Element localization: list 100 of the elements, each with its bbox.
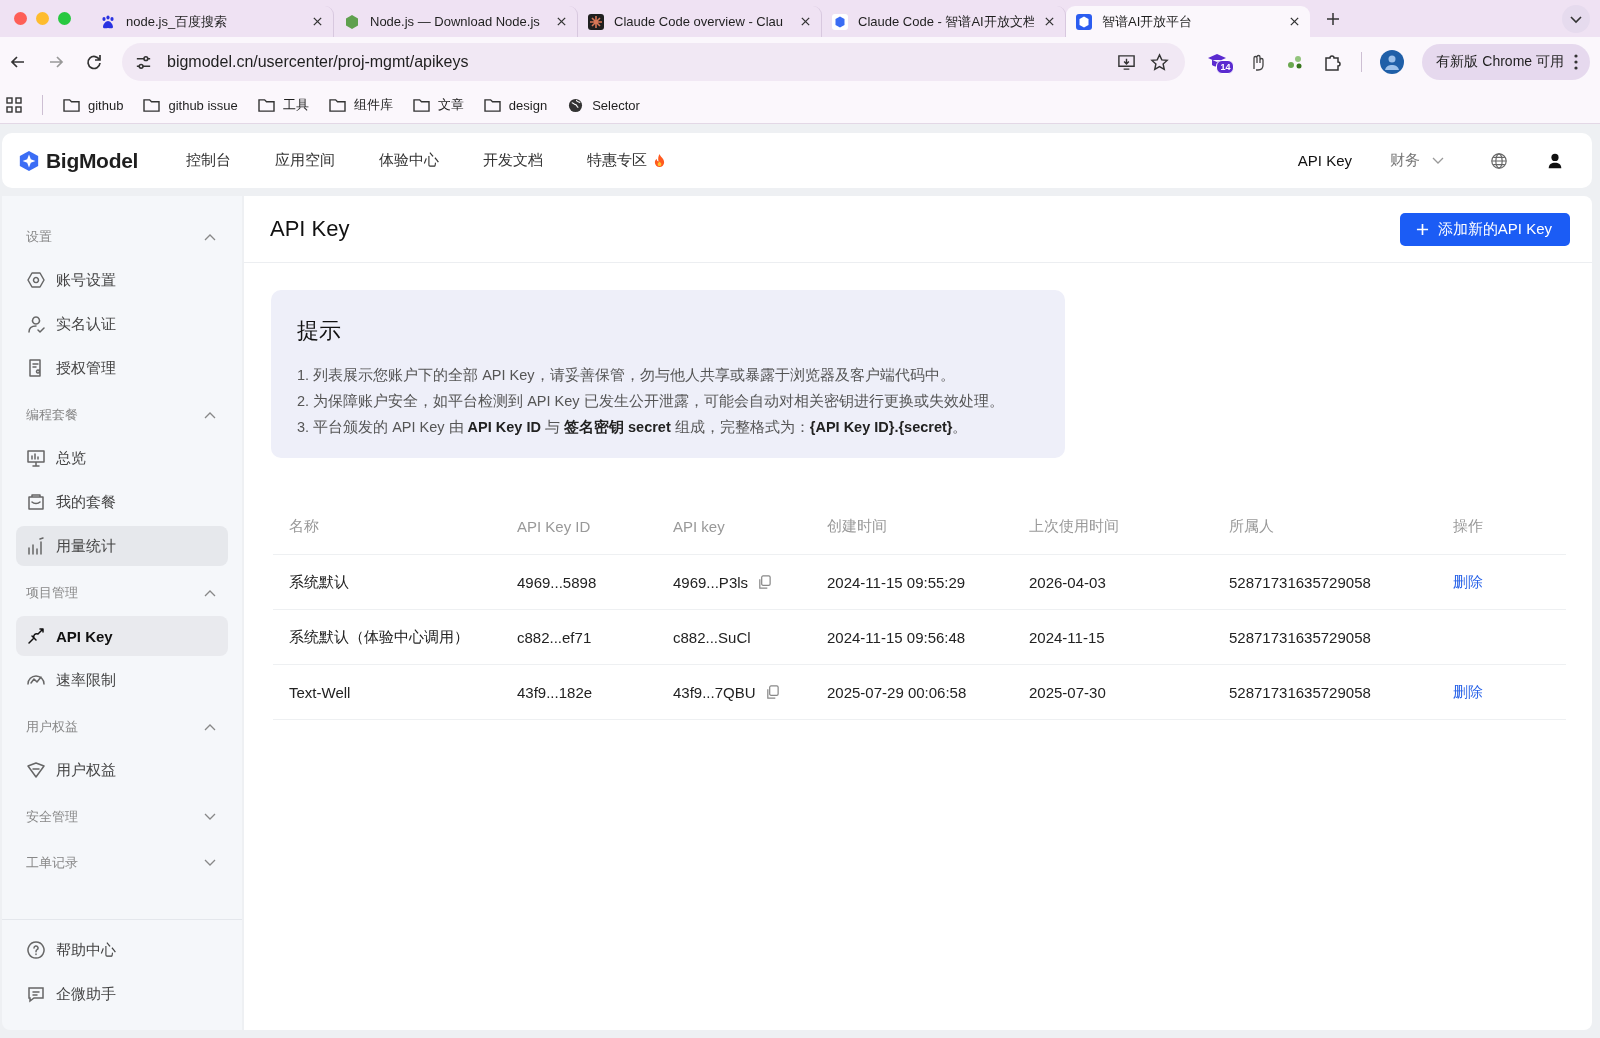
chevron-up-icon bbox=[204, 411, 216, 419]
bookmark[interactable]: 工具 bbox=[257, 96, 309, 114]
table-cell-text: 2024-11-15 09:55:29 bbox=[827, 573, 967, 591]
bookmark[interactable]: github issue bbox=[143, 97, 238, 113]
chevron-up-icon bbox=[204, 233, 216, 241]
close-icon[interactable] bbox=[1289, 16, 1300, 27]
puzzle-icon[interactable] bbox=[1323, 52, 1344, 72]
table-cell-text: 系统默认 bbox=[289, 572, 350, 592]
table-cell-text: 4969...5898 bbox=[517, 573, 598, 591]
table-cell: c882...SuCl bbox=[673, 628, 751, 646]
bookmark[interactable]: Selector bbox=[567, 97, 640, 113]
finance-menu[interactable]: 财务 bbox=[1390, 151, 1444, 170]
sidebar-item[interactable]: 用户权益 bbox=[16, 750, 228, 790]
brand-name[interactable]: BigModel bbox=[46, 148, 139, 173]
globe-icon[interactable] bbox=[1490, 151, 1508, 170]
table-cell-text: c882...ef71 bbox=[517, 628, 593, 646]
logo-icon bbox=[1076, 13, 1092, 30]
star-icon[interactable] bbox=[1150, 52, 1170, 72]
chevron-down-icon bbox=[204, 859, 216, 867]
more-icon[interactable] bbox=[1574, 54, 1578, 70]
section-header[interactable]: 安全管理 bbox=[16, 794, 228, 840]
chevron-up-icon bbox=[204, 589, 216, 597]
apps-icon[interactable] bbox=[6, 97, 22, 113]
help-icon bbox=[26, 940, 46, 960]
close-icon[interactable] bbox=[312, 16, 323, 27]
nav-link[interactable]: 特惠专区 bbox=[587, 151, 667, 170]
section-header[interactable]: 编程套餐 bbox=[16, 392, 228, 438]
plus-icon bbox=[1415, 222, 1429, 236]
nav-link[interactable]: 开发文档 bbox=[483, 151, 544, 170]
sidebar-item[interactable]: 用量统计 bbox=[16, 526, 228, 566]
address-bar[interactable]: bigmodel.cn/usercenter/proj-mgmt/apikeys bbox=[122, 43, 1186, 81]
folder-icon bbox=[63, 97, 80, 113]
browser-tab[interactable]: 智谱AI开放平台 bbox=[1066, 6, 1310, 37]
paw-icon bbox=[100, 13, 116, 30]
column-header: 操作 bbox=[1453, 516, 1484, 536]
extension-badge: 14 bbox=[1216, 60, 1235, 74]
section-header[interactable]: 设置 bbox=[16, 214, 228, 260]
bookmark[interactable]: design bbox=[483, 97, 548, 113]
nav-link[interactable]: 体验中心 bbox=[379, 151, 440, 170]
section-header[interactable]: 项目管理 bbox=[16, 570, 228, 616]
fire-icon bbox=[653, 153, 667, 168]
delete-link[interactable]: 删除 bbox=[1453, 572, 1483, 590]
section-header[interactable]: 用户权益 bbox=[16, 704, 228, 750]
section-header[interactable]: 工单记录 bbox=[16, 840, 228, 886]
close-icon[interactable] bbox=[1044, 16, 1055, 27]
chevron-up-icon bbox=[204, 723, 216, 731]
table-cell: 43f9...7QBU bbox=[673, 683, 756, 701]
hexagon-icon bbox=[344, 13, 360, 30]
sidebar-item[interactable]: 总览 bbox=[16, 438, 228, 478]
table-cell-text: 43f9...182e bbox=[517, 683, 594, 701]
chat-icon bbox=[26, 984, 46, 1004]
close-icon[interactable] bbox=[556, 16, 567, 27]
person-icon bbox=[26, 314, 46, 334]
table-cell-text: 2026-04-03 bbox=[1029, 573, 1107, 591]
table-cell-text: 52871731635729058 bbox=[1229, 683, 1372, 701]
copy-icon[interactable] bbox=[764, 684, 780, 700]
table-cell-text: 2025-07-30 bbox=[1029, 683, 1107, 701]
folder-icon bbox=[412, 97, 430, 113]
add-api-key-button[interactable]: 添加新的API Key bbox=[1399, 212, 1570, 246]
sidebar-item[interactable]: 授权管理 bbox=[16, 348, 228, 388]
sidebar-item[interactable]: 帮助中心 bbox=[16, 930, 228, 970]
logo-icon[interactable] bbox=[18, 149, 40, 172]
copy-icon[interactable] bbox=[757, 574, 773, 590]
bar-chart-icon bbox=[26, 536, 46, 556]
sidebar-item[interactable]: API Key bbox=[16, 616, 228, 656]
nav-link[interactable]: 控制台 bbox=[186, 151, 232, 170]
plug-icon bbox=[26, 626, 46, 646]
sidebar-item[interactable]: 速率限制 bbox=[16, 660, 228, 700]
notice-text: 1. 列表展示您账户下的全部 API Key，请妥善保管，勿与他人共享或暴露于浏览器及客户端代码中。 bbox=[297, 366, 956, 385]
page-title: API Key bbox=[270, 216, 350, 242]
reload-icon[interactable] bbox=[84, 52, 104, 72]
chevron-down-icon bbox=[204, 813, 216, 821]
table-cell-text: 2025-07-29 00:06:58 bbox=[827, 683, 968, 701]
table-cell-text: 52871731635729058 bbox=[1229, 628, 1372, 646]
sidebar-item[interactable]: 实名认证 bbox=[16, 304, 228, 344]
update-chrome-button[interactable]: 有新版 Chrome 可用 bbox=[1422, 44, 1590, 80]
profile-avatar[interactable] bbox=[1380, 50, 1405, 74]
column-header: 创建时间 bbox=[827, 516, 888, 536]
bookmark[interactable]: 文章 bbox=[412, 96, 464, 114]
table-cell-text: 52871731635729058 bbox=[1229, 573, 1372, 591]
table-cell-text: 2024-11-15 09:56:48 bbox=[827, 628, 967, 646]
tab-search-button[interactable] bbox=[1562, 4, 1590, 33]
delete-link[interactable]: 删除 bbox=[1453, 682, 1483, 700]
column-header: API key bbox=[673, 517, 726, 535]
api-key-link[interactable]: API Key bbox=[1297, 152, 1352, 169]
sidebar-item[interactable]: 账号设置 bbox=[16, 260, 228, 300]
install-icon[interactable] bbox=[1117, 52, 1137, 72]
notice-title: 提示 bbox=[297, 317, 342, 345]
table-cell-text: 2024-11-15 bbox=[1029, 628, 1106, 646]
sidebar-item[interactable]: 我的套餐 bbox=[16, 482, 228, 522]
user-icon[interactable] bbox=[1546, 151, 1564, 170]
nav-link[interactable]: 应用空间 bbox=[275, 151, 336, 170]
close-icon[interactable] bbox=[800, 16, 811, 27]
sidebar-item[interactable]: 企微助手 bbox=[16, 974, 228, 1014]
bookmark[interactable]: 组件库 bbox=[328, 96, 393, 114]
bookmark[interactable]: github bbox=[63, 97, 124, 113]
table-cell-text: Text-Well bbox=[289, 683, 352, 701]
notice-text: 3. 平台颁发的 API Key 由 API Key ID 与 签名密钥 secret 组成，完整格式为：{API Key ID}.{secret}。 bbox=[297, 418, 969, 437]
new-tab-icon[interactable] bbox=[1326, 11, 1340, 26]
table-cell-text: 系统默认（体验中心调用） bbox=[289, 627, 470, 647]
